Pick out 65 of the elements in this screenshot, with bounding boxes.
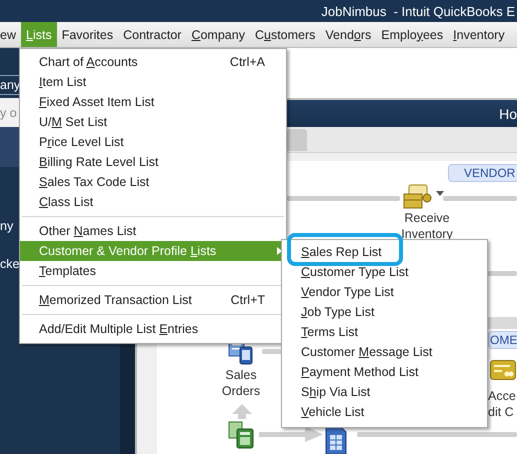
- menu-item-label: Item List: [39, 75, 86, 89]
- menu-item-label: Class List: [39, 195, 94, 209]
- calculator-icon[interactable]: [228, 421, 254, 449]
- menu-item-label: U/M Set List: [39, 115, 108, 129]
- menu-item-label: Add/Edit Multiple List Entries: [39, 322, 198, 336]
- credit-card-icon[interactable]: [490, 360, 516, 380]
- shortcut-label: Ctrl+T: [230, 293, 265, 307]
- header-title: Ho: [499, 106, 517, 122]
- accept-credit-cards-label[interactable]: Acce dit C: [488, 388, 517, 420]
- sidebar-item[interactable]: cke: [0, 257, 20, 271]
- menu-item[interactable]: Sales Tax Code List: [20, 172, 286, 192]
- menu-bar-item[interactable]: Inventory: [448, 22, 510, 47]
- truck-box-icon[interactable]: [403, 184, 433, 209]
- document-icon[interactable]: [325, 425, 347, 454]
- menu-item-label: Sales Rep List: [301, 245, 382, 259]
- menu-item[interactable]: Payment Method List: [282, 362, 487, 382]
- menu-item[interactable]: Vendor Type List: [282, 282, 487, 302]
- menu-item[interactable]: Fixed Asset Item List: [20, 92, 286, 112]
- menu-item-label: Chart of Accounts: [39, 55, 138, 69]
- menu-item[interactable]: Vehicle List: [282, 402, 487, 422]
- caret-icon[interactable]: [436, 191, 444, 196]
- menu-item-label: Payment Method List: [301, 365, 418, 379]
- menu-item-label: Sales Tax Code List: [39, 175, 150, 189]
- receive-inventory-label[interactable]: Receive Inventory: [386, 210, 468, 242]
- menu-item[interactable]: Terms List: [282, 322, 487, 342]
- menu-item[interactable]: Class List: [20, 192, 286, 212]
- menu-item-label: Memorized Transaction List: [39, 293, 192, 307]
- sales-orders-label[interactable]: Sales Orders: [211, 367, 271, 399]
- menu-item[interactable]: Price Level List: [20, 132, 286, 152]
- menu-item-label: Customer & Vendor Profile Lists: [39, 244, 216, 258]
- window-title: JobNimbus - Intuit QuickBooks E: [321, 4, 515, 18]
- menu-item-label: Price Level List: [39, 135, 124, 149]
- menu-bar-item[interactable]: Vendors: [320, 22, 376, 47]
- menu-item-label: Customer Type List: [301, 265, 408, 279]
- menu-item-label: Templates: [39, 264, 96, 278]
- customers-tab[interactable]: OME: [488, 331, 517, 349]
- menu-item-label: Vehicle List: [301, 405, 364, 419]
- menu-item-label: Terms List: [301, 325, 358, 339]
- menu-item-label: Job Type List: [301, 305, 374, 319]
- menu-bar-item[interactable]: Contractor: [118, 22, 186, 47]
- menu-item[interactable]: Billing Rate Level List: [20, 152, 286, 172]
- menu-item[interactable]: Job Type List: [282, 302, 487, 322]
- sidebar-item[interactable]: ny: [0, 219, 14, 233]
- vendors-tab[interactable]: VENDOR: [448, 164, 517, 182]
- menu-bar-item[interactable]: Favorites: [56, 22, 118, 47]
- menu-item-label: Other Names List: [39, 224, 136, 238]
- menu-bar-item[interactable]: Customers: [250, 22, 320, 47]
- menu-item-label: Customer Message List: [301, 345, 432, 359]
- menu-item[interactable]: Customer Message List: [282, 342, 487, 362]
- flow-line: [488, 271, 517, 276]
- menu-item-label: Fixed Asset Item List: [39, 95, 154, 109]
- menu-bar-item[interactable]: Company: [186, 22, 250, 47]
- menu-item-label: Vendor Type List: [301, 285, 394, 299]
- shortcut-label: Ctrl+A: [230, 55, 265, 69]
- menu-item-label: Ship Via List: [301, 385, 370, 399]
- flow-arrow: [259, 426, 323, 442]
- menu-item[interactable]: Chart of Accounts Ctrl+A: [20, 52, 286, 72]
- menu-item-label: Billing Rate Level List: [39, 155, 159, 169]
- menu-item[interactable]: U/M Set List: [20, 112, 286, 132]
- menu-bar-item[interactable]: ew: [0, 22, 21, 47]
- menu-item[interactable]: Other Names List: [20, 221, 286, 241]
- menu-item[interactable]: Ship Via List: [282, 382, 487, 402]
- up-arrow-icon: [232, 404, 252, 419]
- menu-bar-item[interactable]: Employees: [376, 22, 448, 47]
- menu-item[interactable]: Customer Type List: [282, 262, 487, 282]
